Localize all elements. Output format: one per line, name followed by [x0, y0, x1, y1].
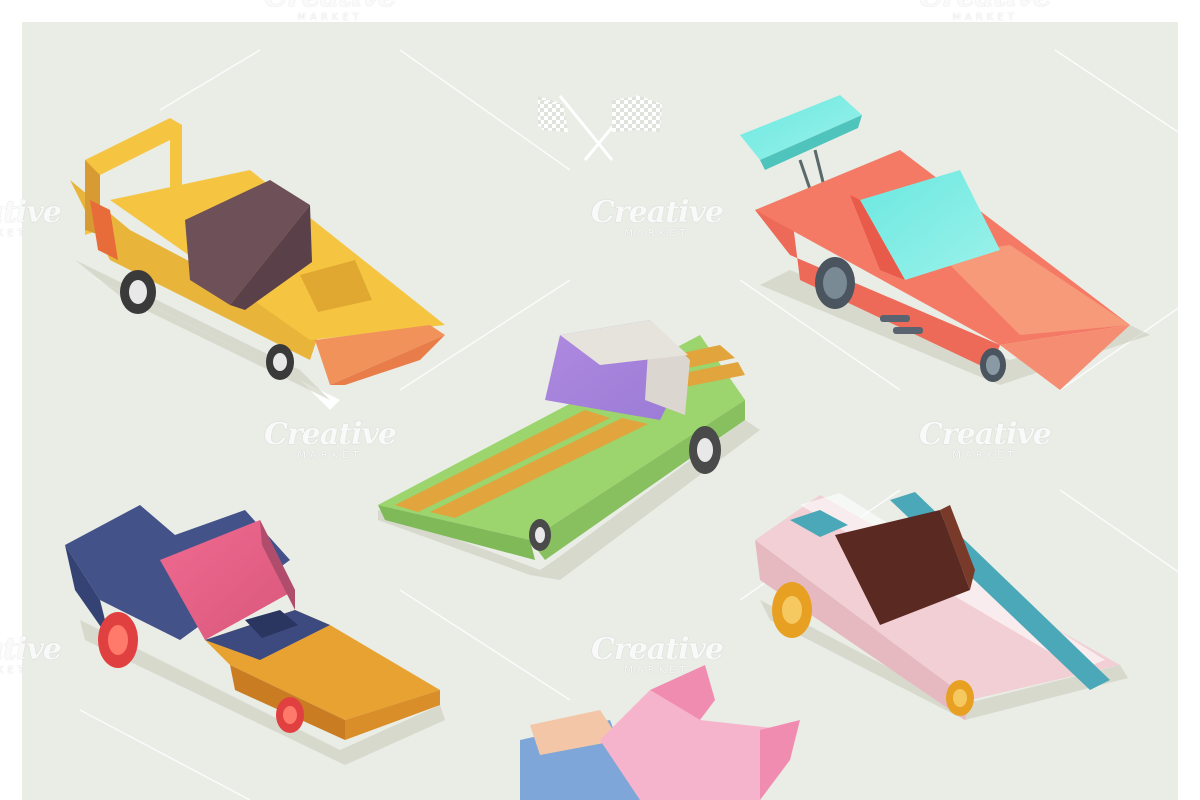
watermark-logo: CreativeMARKET	[919, 417, 1052, 461]
watermark-logo: CreativeMARKET	[264, 0, 397, 23]
watermark-logo: CreativeMARKET	[591, 195, 724, 239]
watermark-logo: CreativeMARKET	[264, 417, 397, 461]
watermark-logo: CreativeMARKET	[591, 632, 724, 676]
watermark-logo: CreativeMARKET	[0, 195, 62, 239]
watermark-logo: CreativeMARKET	[0, 632, 62, 676]
isometric-cars-illustration	[0, 0, 1200, 800]
watermark-logo: CreativeMARKET	[919, 0, 1052, 23]
illustration-canvas: CreativeMARKET CreativeMARKET CreativeMA…	[0, 0, 1200, 800]
